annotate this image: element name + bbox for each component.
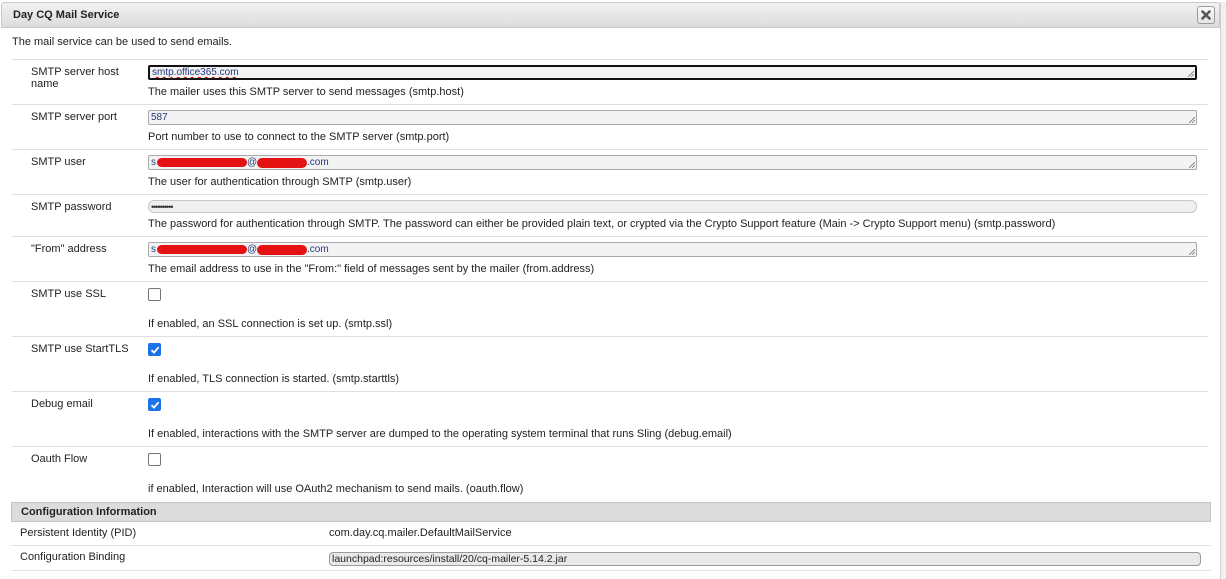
smtp-starttls-checkbox[interactable] [148,343,161,356]
config-pid-row: Persistent Identity (PID) com.day.cq.mai… [11,522,1211,546]
smtp-user-value-prefix: s [151,157,156,168]
smtp-host-value: smtp.office365.com [152,67,239,78]
resize-grip-icon[interactable] [1189,249,1195,255]
smtp-password-value: •••••••••• [151,202,173,212]
checkmark-icon [150,401,160,409]
row-smtp-port: SMTP server port 587 Port number to use … [12,104,1208,149]
smtp-port-input[interactable]: 587 [148,110,1197,125]
smtp-password-label: SMTP password [31,201,112,213]
pid-label: Persistent Identity (PID) [20,527,137,539]
smtp-starttls-label: SMTP use StartTLS [31,343,129,355]
row-smtp-user: SMTP user s @ .com The user for authenti… [12,149,1208,194]
oauth-flow-label: Oauth Flow [31,453,88,465]
binding-value: launchpad:resources/install/20/cq-mailer… [332,553,568,565]
resize-grip-icon[interactable] [1188,71,1194,77]
oauth-flow-checkbox[interactable] [148,453,161,466]
smtp-host-input[interactable]: smtp.office365.com [148,65,1197,80]
smtp-ssl-label: SMTP use SSL [31,288,106,300]
dialog-intro: The mail service can be used to send ema… [12,36,233,48]
checkmark-icon [150,346,160,354]
debug-email-checkbox[interactable] [148,398,161,411]
smtp-host-label: SMTP server host name [31,66,119,90]
smtp-ssl-desc: If enabled, an SSL connection is set up.… [148,318,393,330]
row-smtp-password: SMTP password •••••••••• The password fo… [12,194,1208,236]
redaction-mark [157,158,247,167]
resize-grip-icon[interactable] [1189,162,1195,168]
redaction-mark [157,245,247,254]
from-address-input[interactable]: s @ .com [148,242,1197,257]
binding-label: Configuration Binding [20,551,126,563]
from-address-value-suffix: .com [307,244,329,255]
row-smtp-ssl: SMTP use SSL If enabled, an SSL connecti… [12,281,1208,336]
smtp-password-input[interactable]: •••••••••• [148,200,1197,213]
smtp-user-value-suffix: .com [307,157,329,168]
smtp-user-input[interactable]: s @ .com [148,155,1197,170]
smtp-port-value: 587 [151,112,168,123]
smtp-port-desc: Port number to use to connect to the SMT… [148,131,450,143]
smtp-host-desc: The mailer uses this SMTP server to send… [148,86,464,98]
config-binding-row: Configuration Binding launchpad:resource… [11,546,1211,571]
binding-select[interactable]: launchpad:resources/install/20/cq-mailer… [329,552,1201,566]
row-smtp-starttls: SMTP use StartTLS If enabled, TLS connec… [12,336,1208,391]
from-address-value-prefix: s [151,244,156,255]
smtp-starttls-desc: If enabled, TLS connection is started. (… [148,373,400,385]
oauth-flow-desc: if enabled, Interaction will use OAuth2 … [148,483,524,495]
row-oauth-flow: Oauth Flow if enabled, Interaction will … [12,446,1208,501]
smtp-ssl-checkbox[interactable] [148,288,161,301]
config-info-heading: Configuration Information [11,502,1211,522]
redaction-mark [257,158,307,168]
close-button[interactable] [1197,6,1215,24]
smtp-port-label: SMTP server port [31,111,117,123]
from-address-label: "From" address [31,243,107,255]
from-address-desc: The email address to use in the "From:" … [148,263,595,275]
row-smtp-host: SMTP server host name smtp.office365.com… [12,59,1208,104]
debug-email-label: Debug email [31,398,93,410]
smtp-user-desc: The user for authentication through SMTP… [148,176,412,188]
config-info-heading-text: Configuration Information [21,506,157,518]
config-form: SMTP server host name smtp.office365.com… [12,59,1208,501]
smtp-user-value-at: @ [247,157,258,168]
dialog-titlebar: Day CQ Mail Service [1,2,1220,28]
dialog-scrollbar[interactable] [1220,2,1226,579]
redaction-mark [257,245,307,255]
smtp-password-desc: The password for authentication through … [148,218,1056,230]
pid-value: com.day.cq.mailer.DefaultMailService [329,527,512,539]
debug-email-desc: If enabled, interactions with the SMTP s… [148,428,732,440]
dialog-title: Day CQ Mail Service [13,9,120,21]
row-debug-email: Debug email If enabled, interactions wit… [12,391,1208,446]
from-address-value-at: @ [247,244,258,255]
resize-grip-icon[interactable] [1189,117,1195,123]
row-from-address: "From" address s @ .com The email addres… [12,236,1208,281]
smtp-user-label: SMTP user [31,156,86,168]
close-icon [1201,10,1211,20]
